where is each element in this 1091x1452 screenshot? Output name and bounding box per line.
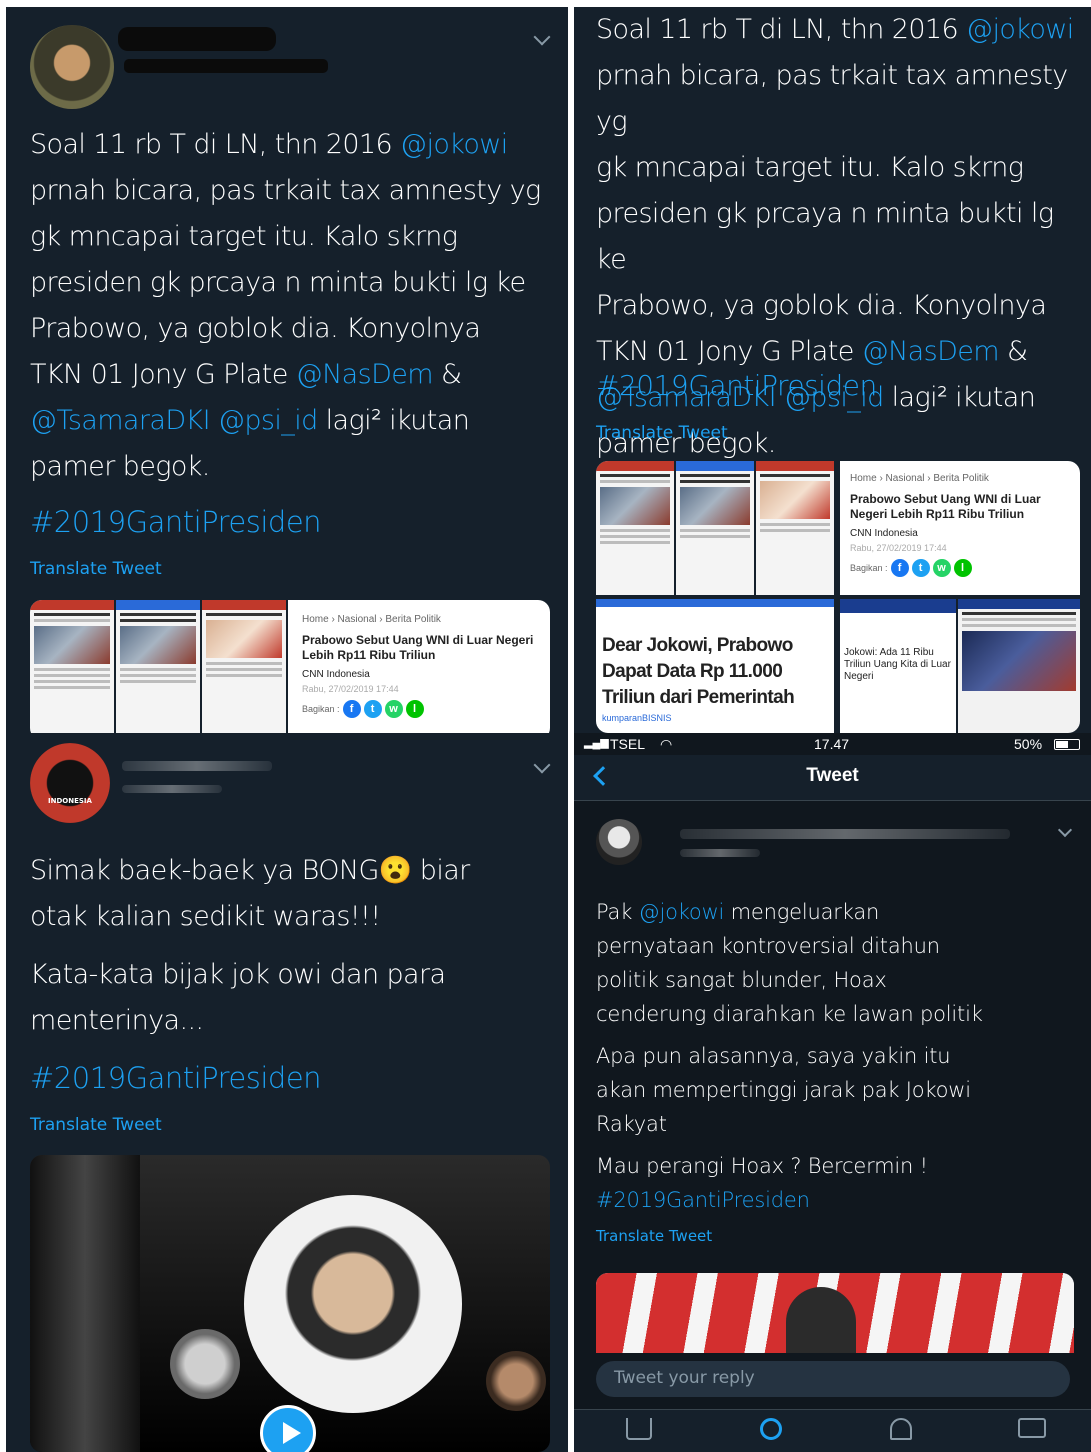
line-icon[interactable]: l [405,700,424,718]
chevron-down-icon[interactable] [533,28,551,46]
tweet-text: Pak @jokowi mengeluarkan pernyataan kont… [596,895,1086,1217]
redacted-handle [124,59,328,73]
redacted-name [118,27,276,51]
search-icon[interactable] [760,1418,782,1440]
play-button[interactable] [260,1405,316,1452]
mention-jokowi[interactable]: @jokowi [639,900,725,924]
tribun-article-image[interactable]: Jokowi: Ada 11 Ribu Triliun Uang Kita di… [840,599,956,733]
news-thumbnail-detik-2[interactable] [756,461,834,595]
kumparan-article-image[interactable]: Dear Jokowi, Prabowo Dapat Data Rp 11.00… [596,599,834,733]
whatsapp-icon[interactable]: w [384,700,403,718]
share-row: Bagikan : f t w l [302,700,540,718]
battery-icon [1054,739,1080,750]
breadcrumb: Home › Nasional › Berita Politik [302,614,441,625]
tweet-panel-top-right: Soal 11 rb T di LN, thn 2016 @jokowi prn… [574,7,1091,733]
tweet-text: Soal 11 rb T di LN, thn 2016 @jokowi prn… [30,129,541,482]
user-avatar[interactable] [596,819,642,865]
news-thumbnail-detik[interactable] [596,461,674,595]
twitter-icon[interactable]: t [363,700,382,718]
mention-jokowi[interactable]: @jokowi [966,14,1074,45]
reply-input[interactable]: Tweet your reply [596,1361,1070,1397]
chevron-down-icon[interactable] [1057,822,1073,838]
news-date: Rabu, 27/02/2019 17:44 [302,684,399,694]
video-thumbnail[interactable] [596,1273,1074,1353]
video-thumbnail[interactable] [30,1155,550,1452]
facebook-icon[interactable]: f [342,700,361,718]
user-avatar[interactable] [30,25,114,109]
hashtag-link[interactable]: #2019GantiPresiden [596,369,877,402]
media-grid[interactable]: Home › Nasional › Berita Politik Prabowo… [596,461,1080,733]
tweet-panel-bottom-left: INDONESIA Simak baek-baek ya BONG😮 biar … [6,733,568,1452]
blurred-handle [680,849,760,857]
signal-icon: ▂▄▆ [584,737,609,749]
blurred-name [122,761,272,771]
blurred-name [680,829,1010,839]
bottom-tab-bar [574,1409,1091,1452]
translate-tweet-link[interactable]: Translate Tweet [596,1227,712,1245]
news-thumbnail-kumparan[interactable] [676,461,754,595]
wifi-icon: ◠ [660,736,673,752]
translate-tweet-link[interactable]: Translate Tweet [596,423,728,443]
mention-psi[interactable]: @psi_id [210,405,318,436]
hashtag-link[interactable]: #2019GantiPresiden [30,1061,322,1095]
chevron-down-icon[interactable] [533,756,551,774]
portrait-circle [244,1195,462,1413]
mention-nasdem[interactable]: @NasDem [862,336,1000,367]
status-bar: ▂▄▆ TSEL ◠ 17.47 50% [574,733,1091,755]
news-preview-cnn[interactable]: Home › Nasional › Berita Politik Prabowo… [840,461,1080,595]
notifications-icon[interactable] [890,1418,912,1440]
nav-title: Tweet [806,765,859,786]
news-preview-cnn[interactable]: Home › Nasional › Berita Politik Prabowo… [288,600,550,733]
tweet-panel-bottom-right: ▂▄▆ TSEL ◠ 17.47 50% Tweet Pak @jokowi m… [574,733,1091,1452]
translate-tweet-link[interactable]: Translate Tweet [30,559,162,579]
mention-jokowi[interactable]: @jokowi [400,129,508,160]
news-headline: Prabowo Sebut Uang WNI di Luar Negeri Le… [302,633,534,662]
news-thumbnail-detik-2[interactable] [202,600,286,733]
mention-nasdem[interactable]: @NasDem [296,359,434,390]
hashtag-link[interactable]: #2019GantiPresiden [30,505,322,539]
media-card[interactable]: Home › Nasional › Berita Politik Prabowo… [30,600,550,733]
top-nav: Tweet [574,755,1091,801]
mention-tsamara[interactable]: @TsamaraDKI [30,405,211,436]
blurred-handle [122,785,222,793]
messages-icon[interactable] [1018,1418,1046,1438]
tweet-panel-top-left: Soal 11 rb T di LN, thn 2016 @jokowi prn… [6,7,568,733]
user-avatar[interactable]: INDONESIA [30,743,110,823]
line-icon[interactable]: l [953,559,972,577]
ministry-article-image[interactable] [958,599,1080,733]
twitter-icon[interactable]: t [911,559,930,577]
news-source: CNN Indonesia [302,669,370,680]
news-thumbnail-kumparan[interactable] [116,600,200,733]
tweet-text: Simak baek-baek ya BONG😮 biar otak kalia… [30,855,470,1036]
home-icon[interactable] [626,1418,652,1440]
whatsapp-icon[interactable]: w [932,559,951,577]
translate-tweet-link[interactable]: Translate Tweet [30,1115,162,1135]
hushed-face-emoji: 😮 [378,855,413,886]
news-thumbnail-detik[interactable] [30,600,114,733]
facebook-icon[interactable]: f [890,559,909,577]
hashtag-link[interactable]: #2019GantiPresiden [596,1183,1086,1217]
